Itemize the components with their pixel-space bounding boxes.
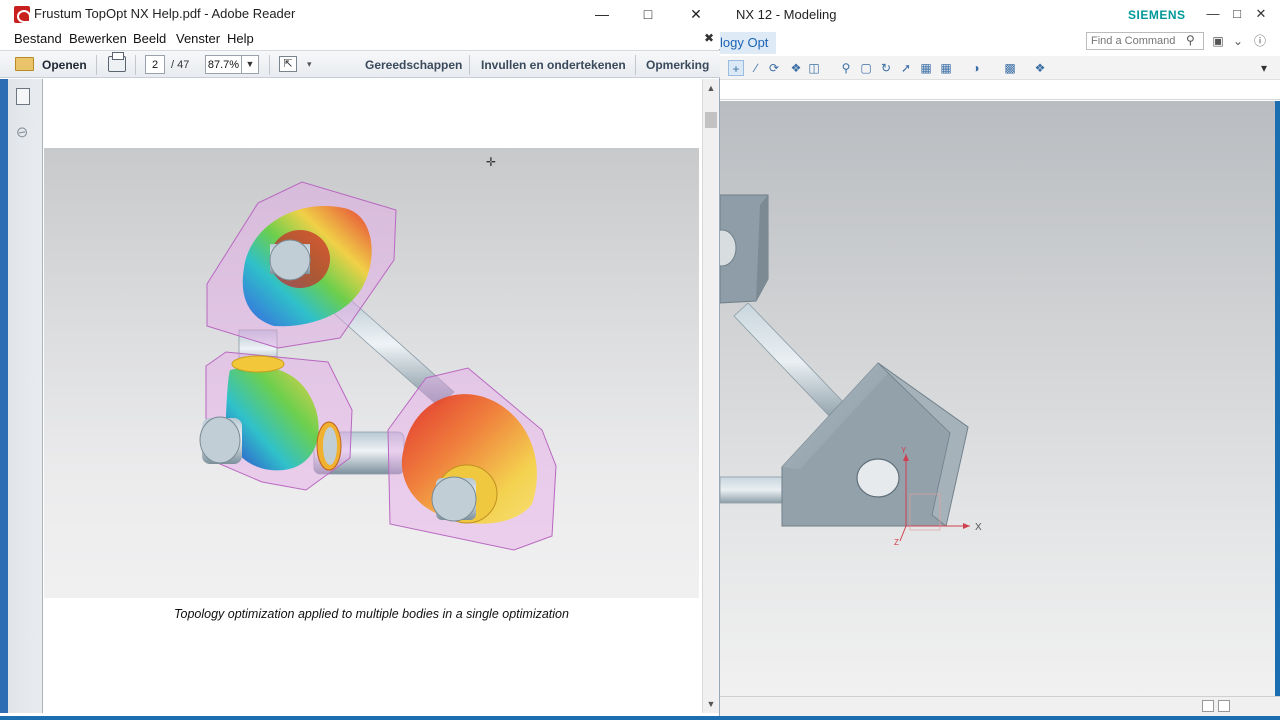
toolbar-divider	[469, 55, 470, 75]
pane-fill-sign[interactable]: Invullen en ondertekenen	[481, 58, 626, 72]
tab-topology-opt[interactable]: logy Opt	[720, 32, 777, 54]
attachments-paperclip-icon[interactable]: ⊘	[12, 121, 32, 143]
desktop-edge	[1275, 101, 1280, 696]
reader-close-button[interactable]: ✕	[681, 3, 711, 25]
menu-bestand[interactable]: Bestand	[14, 31, 62, 46]
scroll-up-arrow-icon[interactable]: ▲	[703, 81, 719, 95]
toolbar-more-arrow-icon[interactable]: ▾	[307, 59, 312, 70]
zoom-dropdown-arrow-icon[interactable]: ▼	[242, 55, 259, 74]
figure-lower-right-pin	[323, 427, 337, 465]
pane-comment[interactable]: Opmerking	[646, 58, 709, 72]
nx-statusbar	[720, 696, 1280, 716]
pane-tools[interactable]: Gereedschappen	[365, 58, 462, 72]
fit-page-icon[interactable]: ⇱	[279, 56, 297, 72]
nx-window-title: NX 12 - Modeling	[736, 7, 837, 22]
cursor-crosshair-icon: ✛	[486, 155, 496, 169]
snap-icon[interactable]: ❖	[788, 60, 804, 76]
topology-optimization-figure: ✛	[199, 155, 557, 551]
nx-axis-z-label: Z	[894, 538, 899, 547]
reader-window-title: Frustum TopOpt NX Help.pdf - Adobe Reade…	[34, 6, 296, 21]
zoom-window-icon[interactable]: ▢	[858, 60, 874, 76]
toolbar-divider	[96, 55, 97, 75]
reader-toolbar: Openen / 47 ▼ ⇱ ▾ Gereedschappen Invulle…	[0, 50, 720, 78]
toolbar-divider	[135, 55, 136, 75]
view-orient-icon[interactable]: ❖	[1032, 60, 1048, 76]
desktop-taskbar-edge	[0, 716, 1280, 720]
toolbar-divider	[635, 55, 636, 75]
render-style-icon[interactable]: ◑	[968, 60, 984, 76]
reader-menubar: Bestand Bewerken Beeld Venster Help ✖	[0, 29, 720, 49]
toolbar-overflow-icon[interactable]: ▾	[1256, 60, 1272, 76]
reader-navigation-pane: ⊘	[0, 79, 43, 713]
window-arrange-icon[interactable]: ▣	[1210, 33, 1226, 49]
nx-ribbon: logy Opt ⚲ ▣ ⌄ ⓘ	[720, 30, 1280, 54]
nx-titlebar: NX 12 - Modeling SIEMENS — □ ✕	[720, 0, 1280, 30]
pdf-figure-render: ✛	[44, 148, 699, 598]
chevron-down-icon[interactable]: ⌄	[1230, 33, 1246, 49]
status-layout-icon[interactable]	[1218, 700, 1230, 712]
nx-block-main-hole	[856, 458, 900, 498]
pan-icon[interactable]: ➚	[898, 60, 914, 76]
zoom-fit-icon[interactable]: ⚲	[838, 60, 854, 76]
open-button[interactable]: Openen	[42, 58, 87, 72]
nx-diagonal-rod	[733, 302, 849, 422]
nx-maximize-button[interactable]: □	[1226, 4, 1248, 24]
zoom-input[interactable]	[205, 55, 242, 74]
desktop-edge	[0, 79, 8, 713]
nx-axis-x-arrow	[963, 523, 970, 529]
shaded-cube-icon[interactable]: ▩	[1002, 60, 1018, 76]
nx-toolbar: + ∕ ⟳ ❖ ◫ ⚲ ▢ ↻ ➚ ▦ ▦ ◑ ▩ ❖ ▾	[720, 56, 1280, 80]
status-window-icon[interactable]	[1202, 700, 1214, 712]
menu-help[interactable]: Help	[227, 31, 254, 46]
help-icon[interactable]: ⓘ	[1252, 33, 1268, 49]
folder-open-icon[interactable]	[15, 57, 34, 71]
figure-lower-pin-end	[199, 416, 241, 464]
reader-titlebar: Frustum TopOpt NX Help.pdf - Adobe Reade…	[0, 0, 720, 29]
menu-venster[interactable]: Venster	[176, 31, 220, 46]
siemens-logo: SIEMENS	[1128, 8, 1186, 22]
rotate-view-icon[interactable]: ⟳	[766, 60, 782, 76]
nx-graphics-viewport[interactable]: X Y Z	[720, 101, 1275, 696]
menu-beeld[interactable]: Beeld	[133, 31, 166, 46]
filter-icon[interactable]: ◫	[806, 60, 822, 76]
nx-axis-x-label: X	[975, 522, 982, 533]
scroll-down-arrow-icon[interactable]: ▼	[703, 697, 719, 711]
figure-caption: Topology optimization applied to multipl…	[174, 607, 569, 621]
page-total: / 47	[171, 59, 190, 71]
figure-upper-pin-end	[269, 239, 311, 281]
rotate-icon[interactable]: ↻	[878, 60, 894, 76]
search-icon[interactable]: ⚲	[1186, 33, 1195, 47]
sketch-line-icon[interactable]: ∕	[748, 60, 764, 76]
page-number-input[interactable]	[145, 55, 165, 74]
nx-selection-bar	[720, 82, 1280, 100]
scroll-thumb[interactable]	[705, 112, 717, 128]
adobe-reader-window: Frustum TopOpt NX Help.pdf - Adobe Reade…	[0, 0, 720, 716]
page-thumbnails-icon[interactable]	[16, 88, 30, 105]
select-plus-icon[interactable]: +	[728, 60, 744, 76]
close-document-icon[interactable]: ✖	[704, 31, 714, 45]
nx-horizontal-rod	[720, 476, 783, 504]
section-view-icon[interactable]: ▦	[918, 60, 934, 76]
print-icon[interactable]	[108, 52, 126, 72]
nx-close-button[interactable]: ✕	[1250, 4, 1272, 24]
reader-minimize-button[interactable]: —	[587, 3, 617, 25]
nx-minimize-button[interactable]: —	[1202, 4, 1224, 24]
reader-vertical-scrollbar[interactable]: ▲ ▼	[702, 79, 719, 713]
nx-axis-z-line	[899, 525, 907, 542]
nx-model-render: X Y Z	[720, 194, 982, 547]
figure-lower-top-ring	[231, 355, 285, 373]
pdf-document-page[interactable]: ✛ Topology optimization applied to multi…	[43, 79, 700, 713]
adobe-pdf-icon	[14, 6, 31, 23]
menu-bewerken[interactable]: Bewerken	[69, 31, 127, 46]
toolbar-divider	[269, 55, 270, 75]
grid-icon[interactable]: ▦	[938, 60, 954, 76]
figure-right-pin-end	[431, 476, 477, 522]
nx-axis-y-label: Y	[901, 446, 907, 455]
reader-maximize-button[interactable]: □	[633, 3, 663, 25]
